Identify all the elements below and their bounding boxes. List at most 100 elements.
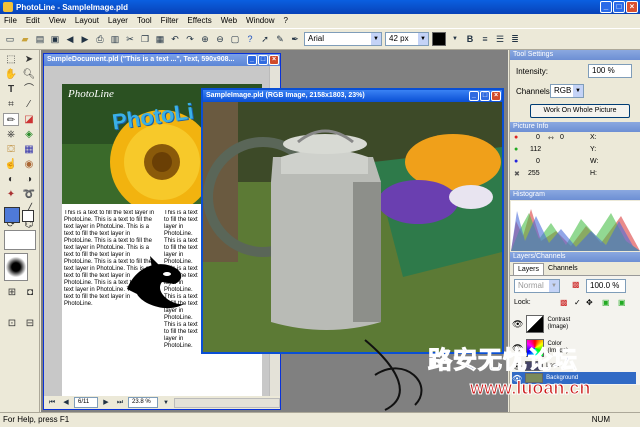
align-right-icon[interactable]: ≣ (509, 33, 521, 45)
text-icon[interactable]: T (3, 83, 19, 96)
pen-icon[interactable]: ✒ (289, 33, 301, 45)
fill-icon[interactable]: ◈ (21, 128, 37, 141)
brush-size-preview[interactable] (4, 253, 28, 281)
prev-page-icon[interactable]: ◀ (60, 397, 72, 409)
lock-position-icon[interactable]: ✥ (586, 298, 593, 307)
bucket-icon[interactable]: ⛋ (3, 143, 19, 156)
lock-extra-icon[interactable]: ▣ (618, 298, 626, 307)
menu-file[interactable]: File (4, 16, 17, 25)
zoom-out-icon[interactable]: ⊖ (214, 33, 226, 45)
last-page-icon[interactable]: ⏭ (114, 397, 126, 409)
wand-icon[interactable]: ✦ (3, 188, 19, 201)
tab-layers[interactable]: Layers (513, 263, 545, 275)
picture-info-header[interactable]: Picture Info (510, 122, 640, 132)
close-button[interactable]: × (269, 55, 279, 65)
milk-can-photo[interactable] (203, 102, 502, 352)
forward-icon[interactable]: ▶ (79, 33, 91, 45)
maximize-button[interactable]: □ (480, 91, 490, 101)
close-button[interactable]: × (626, 1, 638, 13)
menu-tool[interactable]: Tool (137, 16, 152, 25)
gradient-icon[interactable]: ▦ (21, 143, 37, 156)
zoom-field[interactable]: 23.8 % (128, 397, 158, 408)
copy-icon[interactable]: ❐ (139, 33, 151, 45)
document-title-bar[interactable]: SampleImage.pld (RGB Image, 2158x1803, 2… (203, 90, 502, 102)
channels-select[interactable]: RGB ▼ (550, 84, 584, 98)
menu-view[interactable]: View (49, 16, 66, 25)
mode-icon[interactable]: ⊡ (4, 317, 20, 330)
page-field[interactable]: 6/11 (74, 397, 98, 408)
dodge-icon[interactable]: ◐ (3, 173, 19, 186)
clone-icon[interactable]: ⎈ (3, 128, 19, 141)
menu-web[interactable]: Web (221, 16, 237, 25)
arrow-icon[interactable]: ➤ (21, 53, 37, 66)
paste-icon[interactable]: ▦ (154, 33, 166, 45)
foreground-color-swatch[interactable] (4, 207, 20, 223)
font-select[interactable]: Arial ▼ (304, 32, 382, 46)
document-window-sample-image[interactable]: SampleImage.pld (RGB Image, 2158x1803, 2… (201, 88, 504, 354)
text-color-swatch[interactable] (432, 32, 446, 46)
horizontal-scrollbar[interactable] (174, 397, 280, 408)
close-button[interactable]: × (491, 91, 501, 101)
maximize-button[interactable]: □ (258, 55, 268, 65)
window-icon[interactable]: ▢ (229, 33, 241, 45)
hand-icon[interactable]: ✋ (3, 68, 19, 81)
brush-icon[interactable]: ✏ (3, 113, 19, 126)
screen-mode-icon[interactable]: ⊟ (22, 317, 38, 330)
new-file-icon[interactable]: ▭ (4, 33, 16, 45)
font-size-select[interactable]: 42 px ▼ (385, 32, 429, 46)
opacity-field[interactable]: 100.0 % (586, 279, 626, 293)
eyedropper-icon[interactable]: ⁄ (21, 98, 37, 111)
zoom-icon[interactable]: 🔍︎ (21, 68, 37, 81)
context-help-icon[interactable]: ➚ (259, 33, 271, 45)
menu-filter[interactable]: Filter (161, 16, 179, 25)
menu-effects[interactable]: Effects (187, 16, 211, 25)
work-on-whole-picture-button[interactable]: Work On Whole Picture (530, 104, 630, 118)
minimize-button[interactable]: _ (600, 1, 612, 13)
print-icon[interactable]: ⎙ (94, 33, 106, 45)
menu-edit[interactable]: Edit (26, 16, 40, 25)
first-page-icon[interactable]: ⏮ (46, 397, 58, 409)
smudge-icon[interactable]: ☝ (3, 158, 19, 171)
menu-layout[interactable]: Layout (75, 16, 99, 25)
scan-icon[interactable]: ▥ (109, 33, 121, 45)
zoom-dropdown-icon[interactable]: ▼ (160, 397, 172, 409)
menu-window[interactable]: Window (246, 16, 274, 25)
next-page-icon[interactable]: ▶ (100, 397, 112, 409)
burn-icon[interactable]: ◑ (21, 173, 37, 186)
eye-icon[interactable]: 👁︎ (512, 319, 523, 330)
zoom-in-icon[interactable]: ⊕ (199, 33, 211, 45)
background-color-swatch[interactable] (22, 210, 34, 222)
align-center-icon[interactable]: ☰ (494, 33, 506, 45)
vector-icon[interactable]: ⌒ (21, 83, 37, 96)
grid-icon[interactable]: ⊞ (4, 286, 20, 299)
lock-transparency-icon[interactable]: ▩ (560, 298, 568, 307)
menu-help[interactable]: ? (283, 16, 287, 25)
lock-paint-icon[interactable]: ✓ (574, 298, 581, 307)
save-icon[interactable]: ▣ (49, 33, 61, 45)
eraser-icon[interactable]: ◪ (21, 113, 37, 126)
mask-icon[interactable]: ◘ (22, 286, 38, 299)
minimize-button[interactable]: _ (469, 91, 479, 101)
histogram-header[interactable]: Histogram (510, 190, 640, 200)
orca-shape[interactable] (122, 254, 192, 314)
maximize-button[interactable]: □ (613, 1, 625, 13)
layers-channels-header[interactable]: Layers/Channels (510, 252, 640, 262)
back-icon[interactable]: ◀ (64, 33, 76, 45)
lasso-icon[interactable]: ➰ (21, 188, 37, 201)
help-icon[interactable]: ? (244, 33, 256, 45)
open-image-icon[interactable]: ▤ (34, 33, 46, 45)
tab-channels[interactable]: Channels (544, 263, 582, 275)
align-left-icon[interactable]: ≡ (479, 33, 491, 45)
lock-all-icon[interactable]: ▣ (602, 298, 610, 307)
menu-layer[interactable]: Layer (108, 16, 128, 25)
bold-icon[interactable]: B (464, 33, 476, 45)
layer-row[interactable]: 👁︎ Contrast (Image) (512, 312, 636, 336)
undo-icon[interactable]: ↶ (169, 33, 181, 45)
color-dropdown-icon[interactable]: ▼ (449, 33, 461, 45)
document-title-bar[interactable]: SampleDocument.pld ("This is a text ..."… (44, 54, 280, 66)
tool-settings-header[interactable]: Tool Settings (510, 50, 640, 60)
open-folder-icon[interactable]: ▰ (19, 33, 31, 45)
blend-mode-select[interactable]: Normal ▼ (514, 279, 560, 293)
cut-icon[interactable]: ✂ (124, 33, 136, 45)
crop-icon[interactable]: ⌗ (3, 98, 19, 111)
